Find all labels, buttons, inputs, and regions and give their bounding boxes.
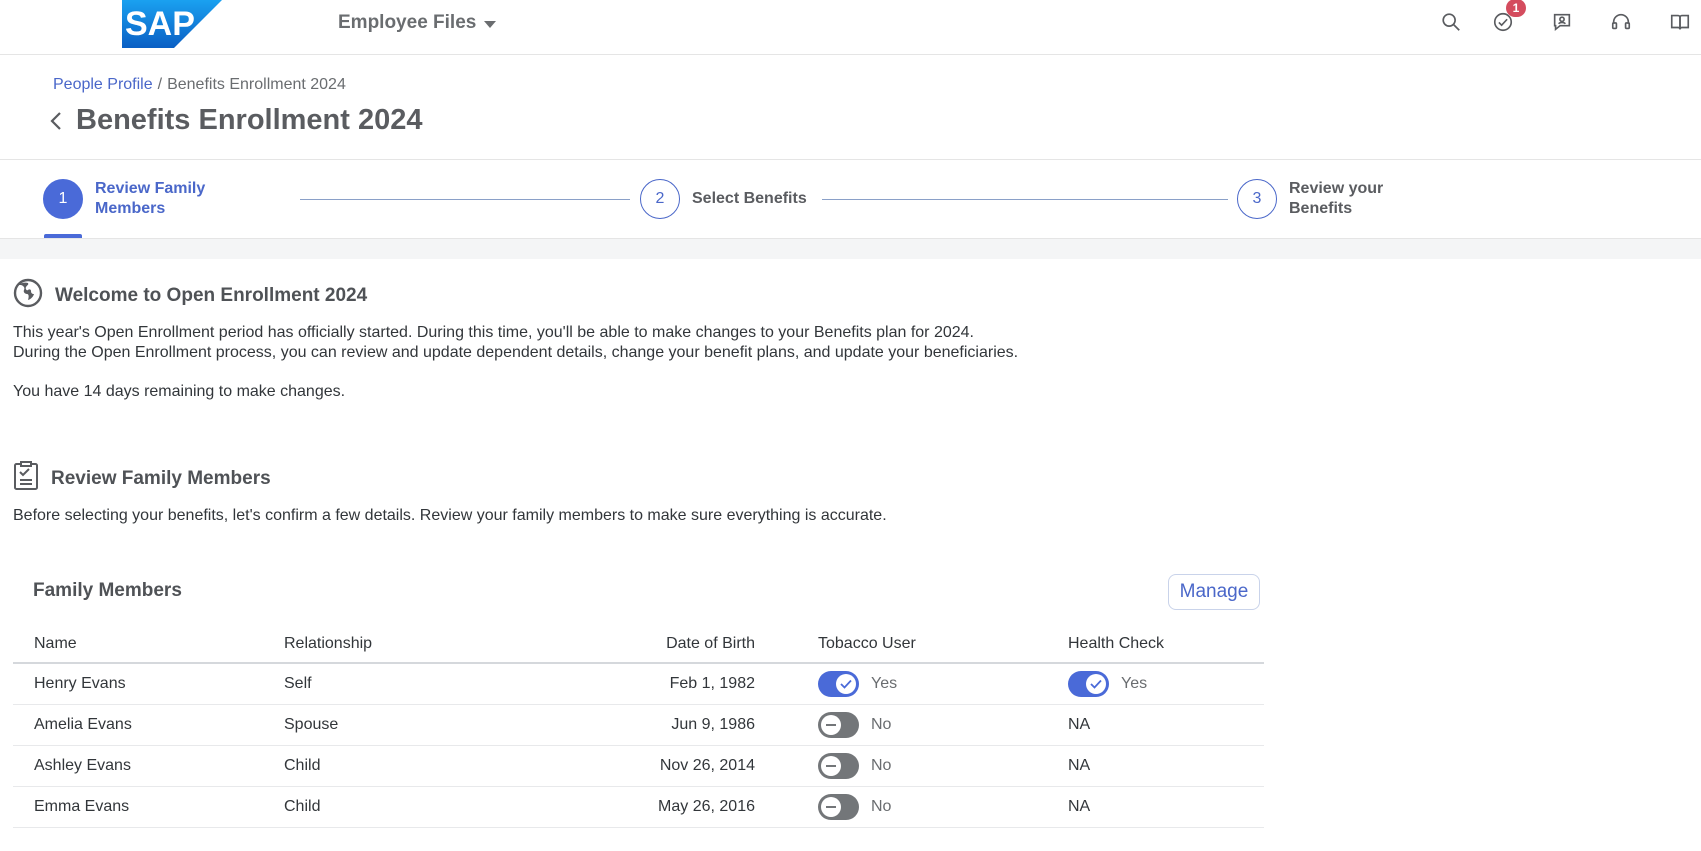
table-row[interactable]: Amelia Evans Spouse Jun 9, 1986 No NA: [13, 704, 1264, 746]
checklist-icon: [13, 461, 39, 496]
member-dob: Nov 26, 2014: [513, 745, 797, 787]
welcome-section-header: Welcome to Open Enrollment 2024: [13, 278, 367, 313]
column-header-name[interactable]: Name: [13, 625, 263, 664]
days-remaining-text: You have 14 days remaining to make chang…: [13, 383, 346, 400]
check-icon: [836, 673, 856, 694]
help-book-icon[interactable]: [1667, 9, 1693, 35]
member-name: Henry Evans: [13, 663, 263, 705]
tobacco-toggle[interactable]: [818, 670, 859, 697]
wizard-step-2[interactable]: 2 Select Benefits: [640, 179, 812, 219]
member-dob: Jun 9, 1986: [513, 704, 797, 746]
member-name: Emma Evans: [13, 786, 263, 828]
breadcrumb-separator: /: [157, 76, 163, 93]
member-relationship: Spouse: [263, 704, 513, 746]
welcome-line-2: During the Open Enrollment process, you …: [13, 344, 1019, 361]
health-cell: Yes: [1047, 663, 1264, 705]
step-number-2: 2: [640, 179, 680, 219]
wizard-step-1[interactable]: 1 Review Family Members: [43, 179, 215, 219]
column-header-health-check[interactable]: Health Check: [1047, 625, 1264, 664]
active-step-indicator: [44, 234, 82, 238]
notification-badge: 1: [1506, 0, 1526, 17]
member-dob: Feb 1, 1982: [513, 663, 797, 705]
health-status: NA: [1047, 786, 1264, 828]
table-header-row: Name Relationship Date of Birth Tobacco …: [13, 625, 1264, 664]
health-status: Yes: [1121, 674, 1148, 692]
headset-icon[interactable]: [1608, 9, 1634, 35]
step-label-3: Review your Benefits: [1289, 180, 1384, 217]
tobacco-toggle[interactable]: [818, 711, 859, 738]
tobacco-cell: No: [797, 786, 1047, 828]
health-check-toggle[interactable]: [1068, 670, 1109, 697]
globe-icon: [13, 278, 43, 313]
content-separator: [0, 239, 1701, 259]
table-row[interactable]: Henry Evans Self Feb 1, 1982 Yes Yes: [13, 663, 1264, 705]
minus-icon: [821, 796, 841, 817]
member-name: Ashley Evans: [13, 745, 263, 787]
minus-icon: [821, 714, 841, 735]
review-section-header: Review Family Members: [13, 461, 271, 496]
breadcrumb-link-people-profile[interactable]: People Profile: [53, 76, 153, 93]
member-relationship: Self: [263, 663, 513, 705]
member-relationship: Child: [263, 786, 513, 828]
health-status: NA: [1047, 704, 1264, 746]
member-name: Amelia Evans: [13, 704, 263, 746]
search-icon[interactable]: [1438, 9, 1464, 35]
column-header-relationship[interactable]: Relationship: [263, 625, 513, 664]
column-header-tobacco-user[interactable]: Tobacco User: [797, 625, 1047, 664]
tobacco-cell: No: [797, 704, 1047, 746]
tobacco-toggle[interactable]: [818, 752, 859, 779]
step-label-1: Review Family Members: [95, 180, 206, 217]
page-title: Benefits Enrollment 2024: [76, 104, 423, 136]
step-connector: [822, 199, 1228, 200]
table-row[interactable]: Emma Evans Child May 26, 2016 No NA: [13, 786, 1264, 828]
breadcrumb: People Profile / Benefits Enrollment 2024: [53, 76, 346, 94]
wizard-progress: 1 Review Family Members 2 Select Benefit…: [0, 161, 1701, 239]
review-description: Before selecting your benefits, let's co…: [13, 507, 887, 524]
tobacco-status: No: [871, 756, 892, 774]
tobacco-status: Yes: [871, 674, 898, 692]
step-number-1: 1: [43, 179, 83, 219]
health-status: NA: [1047, 745, 1264, 787]
tobacco-status: No: [871, 715, 892, 733]
wizard-step-3[interactable]: 3 Review your Benefits: [1237, 179, 1409, 219]
chat-icon[interactable]: [1549, 9, 1575, 35]
family-members-title: Family Members: [33, 580, 182, 601]
table-row[interactable]: Ashley Evans Child Nov 26, 2014 No NA: [13, 745, 1264, 787]
column-header-date-of-birth[interactable]: Date of Birth: [513, 625, 797, 664]
step-number-3: 3: [1237, 179, 1277, 219]
back-arrow-icon[interactable]: [50, 109, 66, 133]
review-title: Review Family Members: [51, 467, 271, 489]
tobacco-cell: No: [797, 745, 1047, 787]
step-connector: [300, 199, 630, 200]
tasks-check-icon[interactable]: 1: [1490, 0, 1526, 35]
welcome-line-1: This year's Open Enrollment period has o…: [13, 324, 974, 341]
minus-icon: [821, 755, 841, 776]
tobacco-toggle[interactable]: [818, 793, 859, 820]
family-members-table: Name Relationship Date of Birth Tobacco …: [13, 625, 1264, 828]
breadcrumb-current: Benefits Enrollment 2024: [167, 76, 346, 93]
shell-bar: SAP Employee Files 1: [0, 0, 1701, 55]
step-label-2: Select Benefits: [692, 190, 807, 207]
member-dob: May 26, 2016: [513, 786, 797, 828]
page-header: People Profile / Benefits Enrollment 2024 …: [0, 56, 1701, 160]
tobacco-cell: Yes: [797, 663, 1047, 705]
member-relationship: Child: [263, 745, 513, 787]
tobacco-status: No: [871, 797, 892, 815]
check-icon: [1086, 673, 1106, 694]
manage-button[interactable]: Manage: [1168, 574, 1260, 610]
welcome-title: Welcome to Open Enrollment 2024: [55, 284, 368, 306]
